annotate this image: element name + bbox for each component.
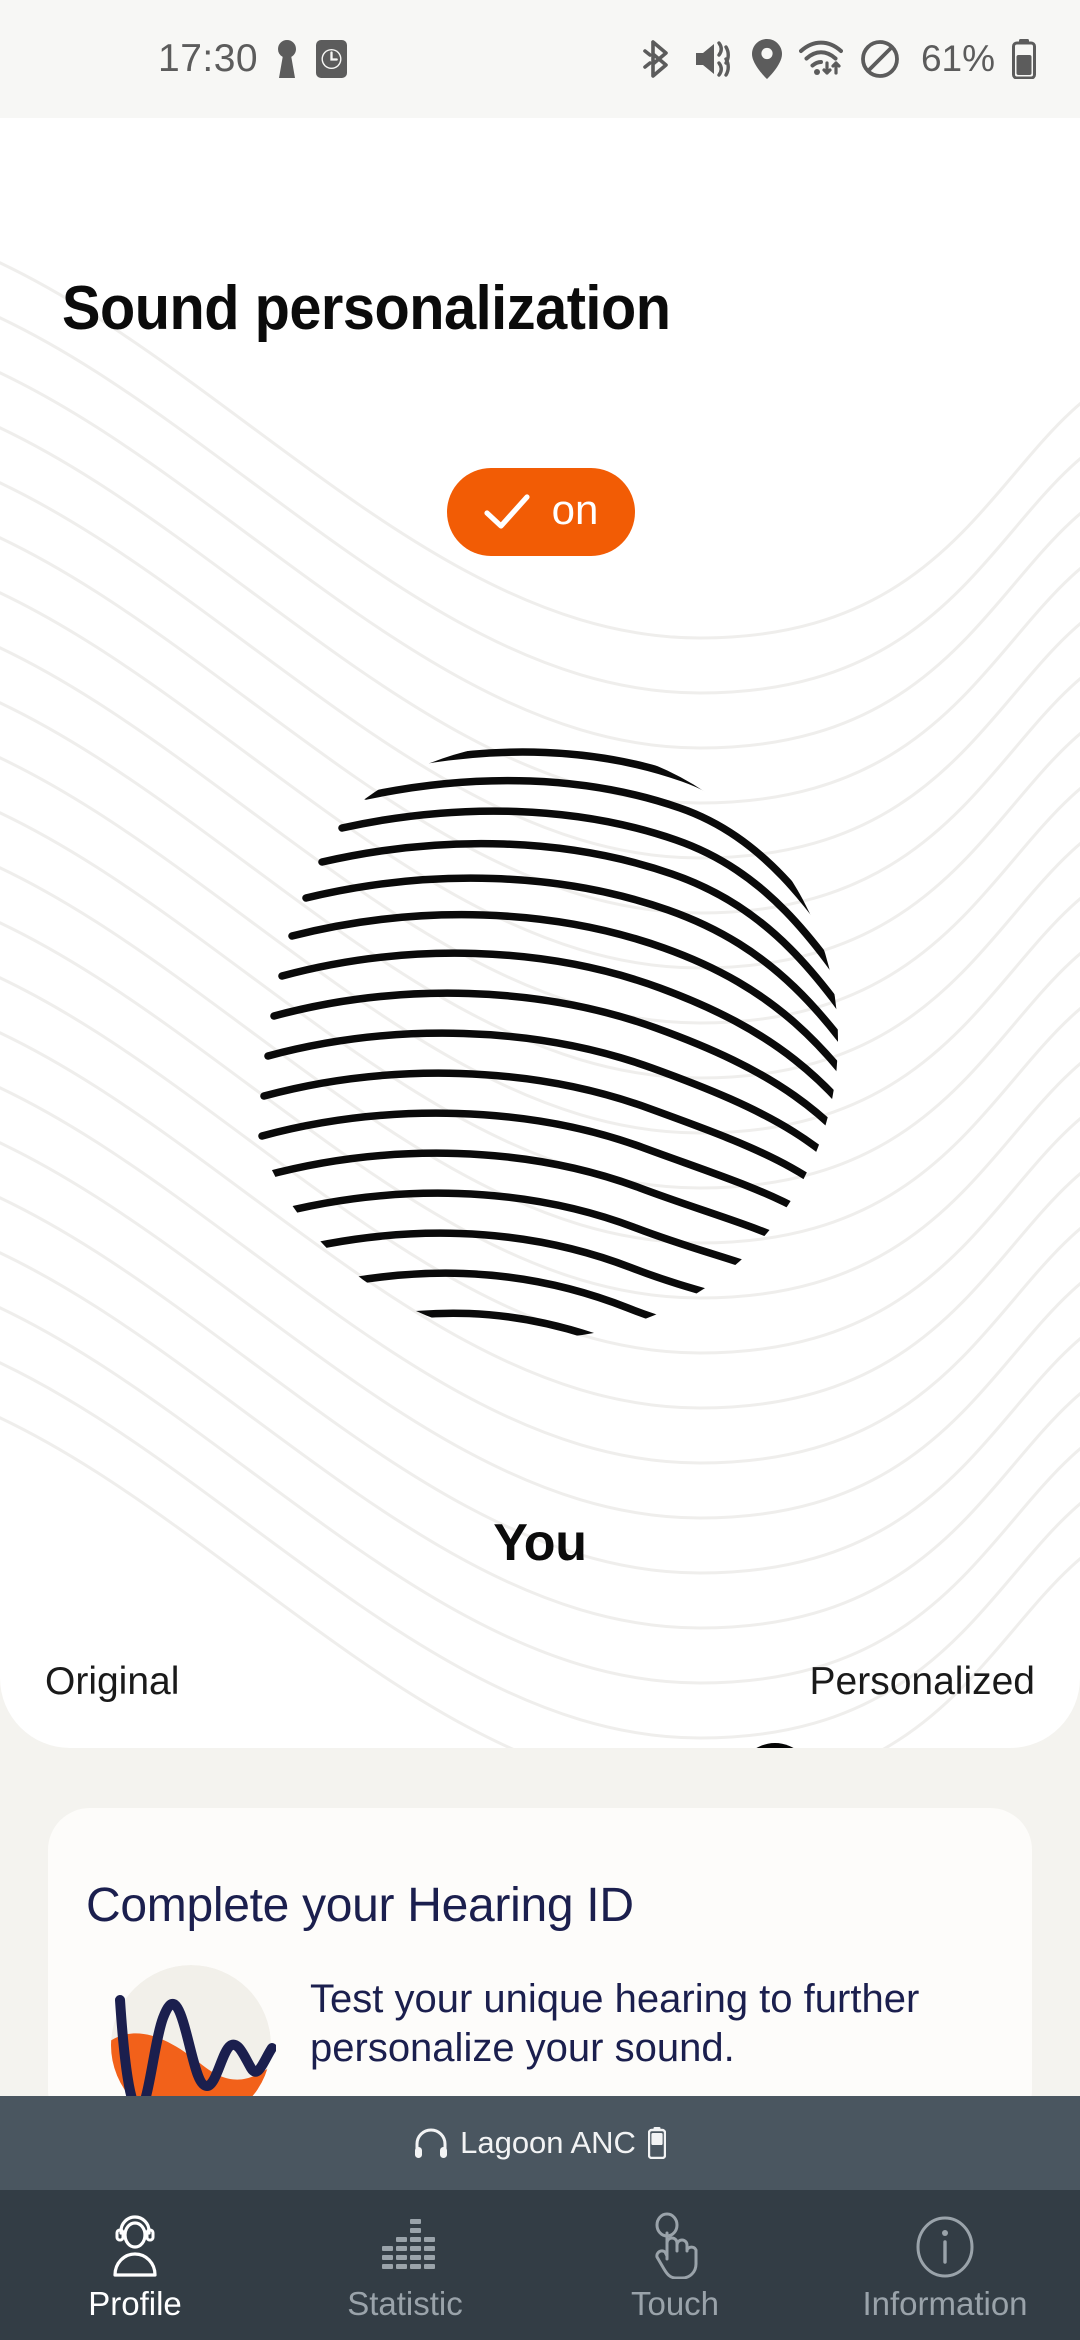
toggle-label: on [551, 486, 599, 533]
slider-label-original: Original [45, 1660, 180, 1703]
hearing-id-card-title: Complete your Hearing ID [86, 1879, 634, 1932]
info-circle-icon [911, 2207, 979, 2279]
tab-touch[interactable]: Touch [540, 2190, 810, 2340]
battery-icon [1012, 39, 1036, 79]
bluetooth-icon [643, 40, 668, 78]
profile-headset-icon [101, 2207, 169, 2279]
tab-statistic-label: Statistic [347, 2285, 463, 2322]
equalizer-bars-icon [371, 2207, 439, 2279]
tab-profile-label: Profile [88, 2285, 182, 2322]
tab-profile[interactable]: Profile [0, 2190, 270, 2340]
device-name-label: Lagoon ANC [460, 2125, 636, 2160]
status-bar-clock: 17:30 [158, 37, 259, 80]
status-bar-left: 17:30 [158, 37, 348, 81]
check-icon [484, 494, 530, 529]
tab-touch-label: Touch [630, 2285, 720, 2322]
profile-name-label: You [493, 1514, 587, 1572]
battery-percent-label: 61% [920, 38, 995, 79]
headphones-icon [415, 2128, 448, 2158]
status-bar-right: 61% [642, 38, 1036, 80]
slider-label-personalized: Personalized [809, 1660, 1035, 1703]
vibrate-mute-icon [695, 41, 733, 77]
device-battery-icon [647, 2127, 666, 2159]
tab-information-label: Information [862, 2285, 1028, 2322]
tab-statistic[interactable]: Statistic [270, 2190, 540, 2340]
hearing-id-card[interactable]: Complete your Hearing ID Test your uniqu… [48, 1808, 1032, 2132]
bottom-tab-bar: Profile Statistic Touch Information [0, 2190, 1080, 2340]
wifi-icon [798, 40, 843, 75]
status-bar: 17:30 61% [0, 0, 1080, 118]
tab-information[interactable]: Information [810, 2190, 1080, 2340]
do-not-disturb-icon [861, 40, 899, 78]
page-title: Sound personalization [62, 274, 671, 343]
touch-hand-icon [641, 2207, 709, 2279]
location-icon [751, 39, 782, 79]
sound-personalization-toggle[interactable]: on [447, 468, 635, 556]
slider-endpoint-labels: Original Personalized [0, 1660, 1080, 1704]
alarm-clock-icon [316, 40, 348, 78]
hearing-id-card-description: Test your unique hearing to further pers… [310, 1977, 920, 2070]
connected-device-bar[interactable]: Lagoon ANC [0, 2096, 1080, 2190]
sound-personalization-panel: Sound personalization on You Original Pe… [0, 118, 1080, 1748]
fingerprint-graphic [238, 738, 842, 1342]
keyhole-app-icon [278, 40, 297, 78]
